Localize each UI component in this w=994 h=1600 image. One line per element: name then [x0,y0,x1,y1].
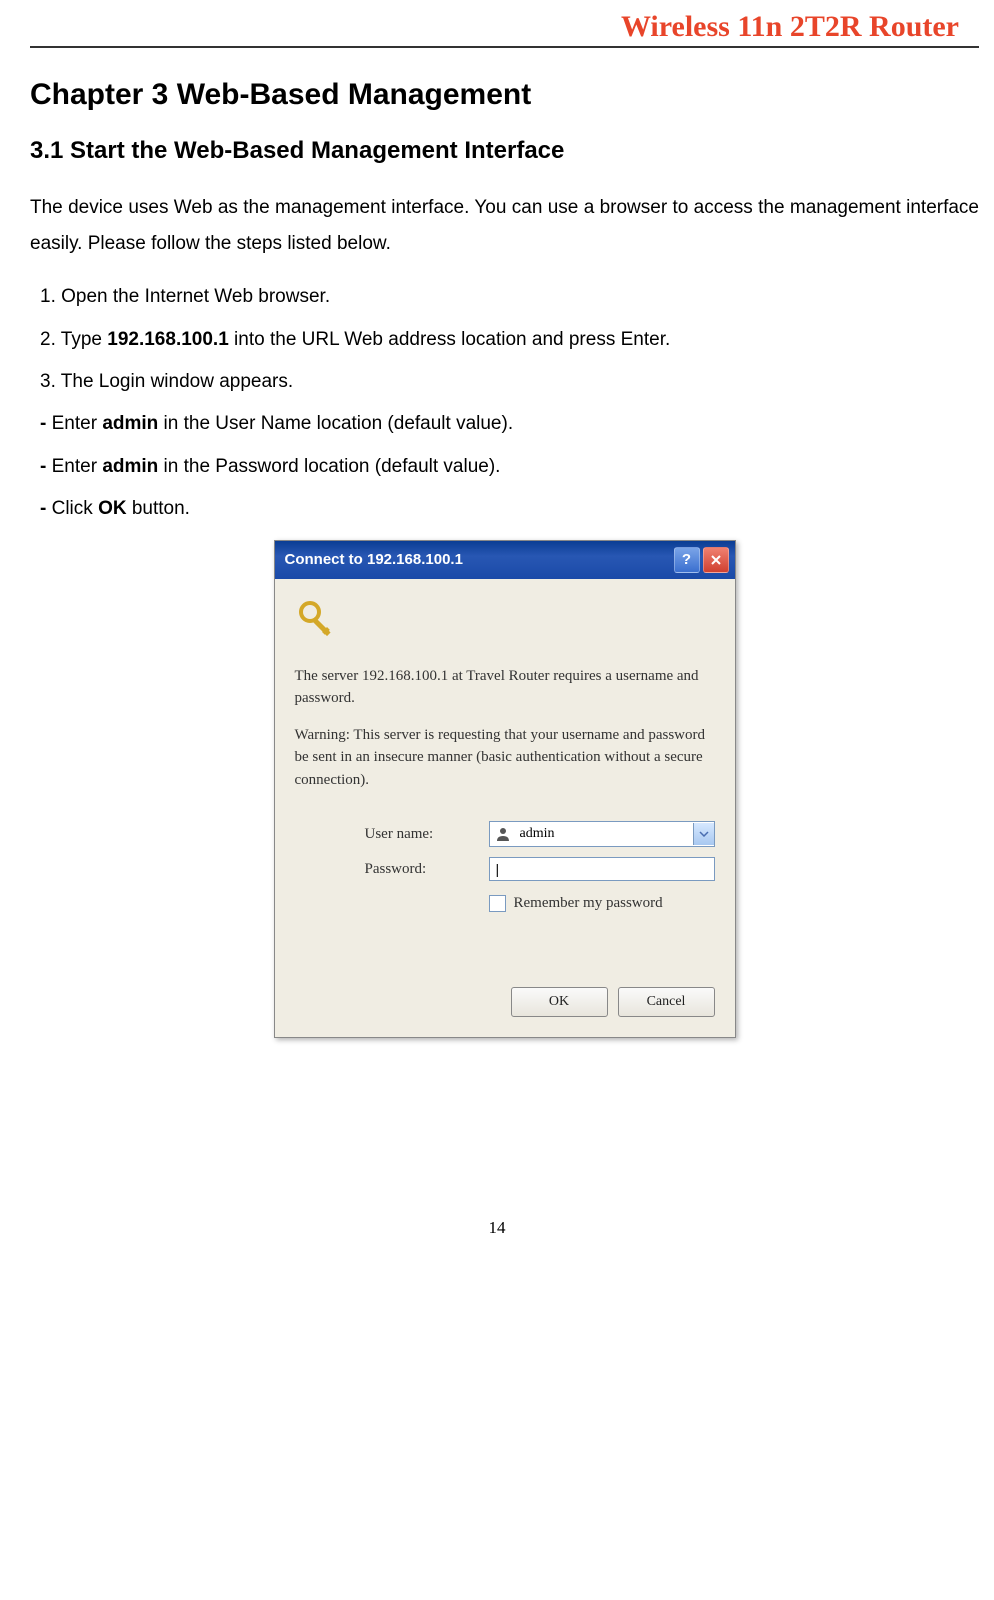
page-number: 14 [0,1218,994,1238]
auth-dialog: Connect to 192.168.100.1 ? [274,540,736,1039]
content-area: Chapter 3 Web-Based Management 3.1 Start… [0,48,994,1038]
help-icon[interactable]: ? [674,547,700,573]
step-5-dash: - [40,456,52,477]
dialog-body: The server 192.168.100.1 at Travel Route… [275,579,735,1038]
intro-paragraph: The device uses Web as the management in… [30,190,979,262]
cancel-button[interactable]: Cancel [618,987,715,1017]
username-value: admin [516,826,693,842]
titlebar-buttons: ? [674,547,729,573]
step-4-dash: - [40,413,52,434]
dialog-msg-1: The server 192.168.100.1 at Travel Route… [295,665,715,710]
dialog-message: The server 192.168.100.1 at Travel Route… [295,665,715,792]
step-5-bold: admin [102,456,158,477]
step-5: - Enter admin in the Password location (… [40,452,979,482]
step-2-post: into the URL Web address location and pr… [229,329,670,350]
step-2-pre: 2. Type [40,329,107,350]
dialog-icon-row [295,597,715,645]
chapter-title: Chapter 3 Web-Based Management [30,78,979,112]
username-input[interactable]: admin [489,821,715,847]
key-icon [295,597,343,645]
step-4-post: in the User Name location (default value… [158,413,513,434]
login-form: User name: admin Password: | [365,821,715,912]
dialog-title: Connect to 192.168.100.1 [285,551,463,568]
username-label: User name: [365,826,475,843]
step-5-mid: Enter [52,456,103,477]
step-4-bold: admin [102,413,158,434]
remember-label: Remember my password [514,895,663,912]
steps-list: 1. Open the Internet Web browser. 2. Typ… [40,282,979,524]
document-header: Wireless 11n 2T2R Router [30,0,979,48]
password-input[interactable]: | [489,857,715,881]
step-2: 2. Type 192.168.100.1 into the URL Web a… [40,325,979,355]
user-icon [494,825,512,843]
dialog-footer: OK Cancel [295,972,715,1017]
remember-row: Remember my password [489,895,715,912]
step-6-bold: OK [98,498,127,519]
close-icon[interactable] [703,547,729,573]
ok-button[interactable]: OK [511,987,608,1017]
step-6: - Click OK button. [40,494,979,524]
header-title: Wireless 11n 2T2R Router [621,10,959,43]
step-5-post: in the Password location (default value)… [158,456,500,477]
step-1: 1. Open the Internet Web browser. [40,282,979,312]
remember-checkbox[interactable] [489,895,506,912]
step-4-mid: Enter [52,413,103,434]
step-6-mid: Click [52,498,98,519]
step-2-ip: 192.168.100.1 [107,329,229,350]
step-3: 3. The Login window appears. [40,367,979,397]
step-6-post: button. [127,498,190,519]
section-title: 3.1 Start the Web-Based Management Inter… [30,137,979,165]
step-4: - Enter admin in the User Name location … [40,409,979,439]
password-value: | [496,861,500,877]
step-6-dash: - [40,498,52,519]
dialog-titlebar: Connect to 192.168.100.1 ? [275,541,735,579]
dialog-screenshot: Connect to 192.168.100.1 ? [30,540,979,1039]
dialog-msg-2: Warning: This server is requesting that … [295,724,715,792]
chevron-down-icon[interactable] [693,823,714,845]
password-label: Password: [365,861,475,878]
